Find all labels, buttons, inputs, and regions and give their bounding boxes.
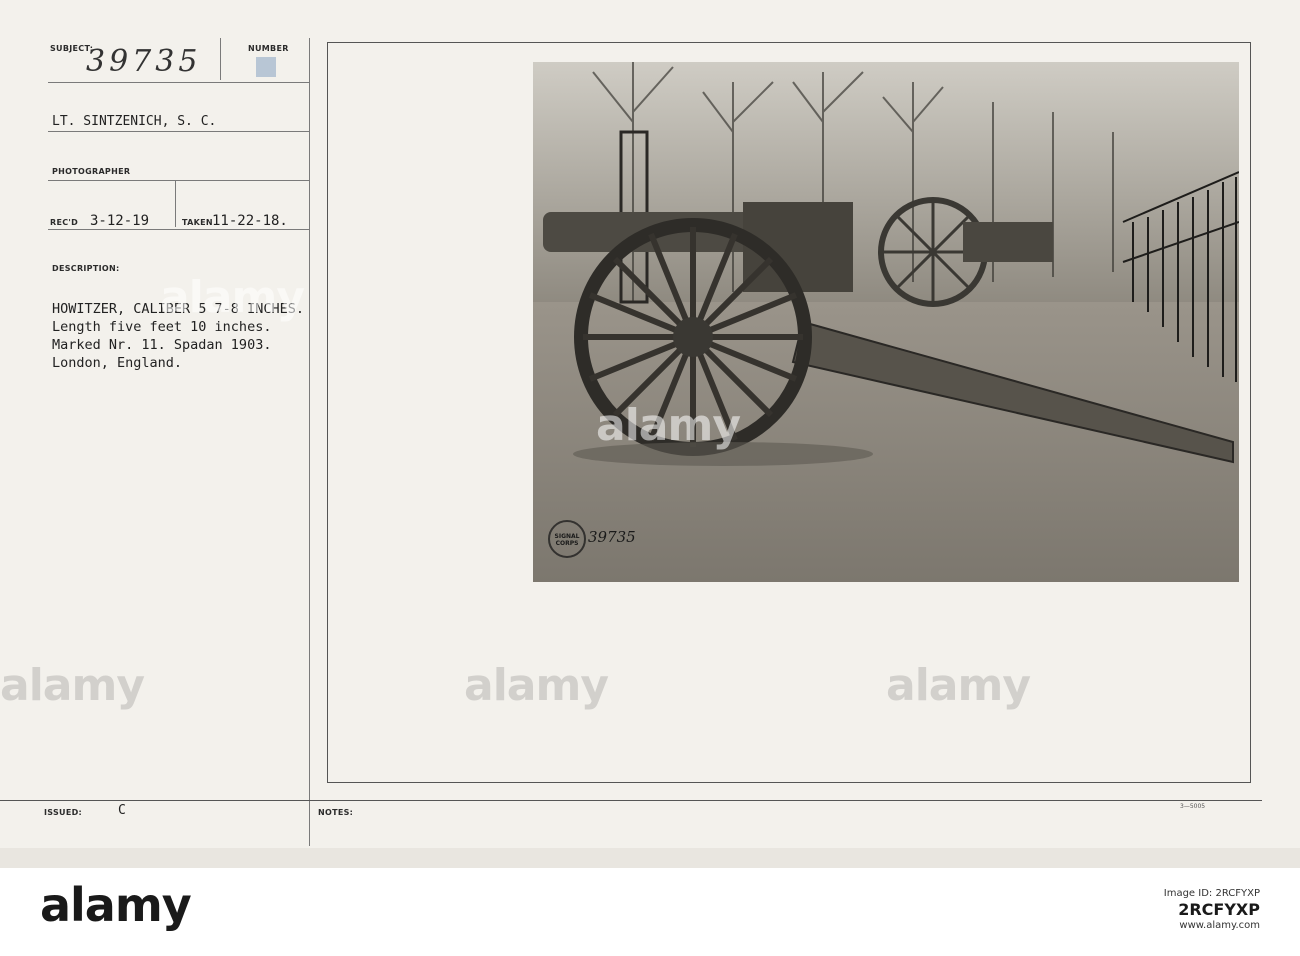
watermark: alamy — [596, 400, 741, 451]
photographer-name: LT. SINTZENICH, S. C. — [52, 114, 217, 129]
subject-number: 39735 — [86, 44, 202, 79]
record-card: SUBJECT: 39735 NUMBER LT. SINTZENICH, S.… — [0, 0, 1300, 848]
taken-label: TAKEN — [182, 218, 213, 227]
stamp-number: 39735 — [588, 528, 636, 546]
recd-label: REC'D — [50, 218, 79, 227]
alamy-image-id: Image ID: 2RCFYXP 2RCFYXP www.alamy.com — [1164, 886, 1260, 934]
recd-date: 3-12-19 — [90, 213, 150, 229]
issued-label: ISSUED: — [44, 808, 83, 817]
site-url: www.alamy.com — [1179, 920, 1260, 931]
watermark: alamy — [160, 272, 305, 323]
column-divider — [309, 38, 310, 846]
number-label: NUMBER — [248, 44, 289, 53]
stamp-text: SIGNAL CORPS — [554, 533, 580, 547]
dates-divider — [175, 181, 176, 227]
description-line: Marked Nr. 11. Spadan 1903. — [52, 337, 272, 353]
photo-illustration — [533, 62, 1239, 582]
footer-rule — [0, 800, 1262, 801]
alamy-logo: alamy — [40, 878, 192, 932]
description-line: London, England. — [52, 355, 183, 371]
alamy-footer — [0, 868, 1300, 956]
taken-date: 11-22-18. — [212, 213, 288, 229]
photographer-rule — [48, 131, 310, 132]
dates-rule — [48, 229, 310, 230]
notes-label: NOTES: — [318, 808, 354, 817]
watermark: alamy — [0, 660, 145, 711]
description-label: DESCRIPTION: — [52, 264, 120, 273]
issued-value: C — [118, 803, 126, 818]
form-number: 3—5005 — [1180, 803, 1206, 810]
photographer-bottom-rule — [48, 180, 310, 181]
watermark: alamy — [886, 660, 1031, 711]
subject-divider — [220, 38, 221, 80]
photographer-label: PHOTOGRAPHER — [52, 167, 131, 176]
watermark: alamy — [464, 660, 609, 711]
image-id-code: 2RCFYXP — [1178, 900, 1260, 919]
number-tab — [256, 57, 276, 77]
howitzer-photo — [533, 62, 1239, 582]
subject-rule — [48, 82, 310, 83]
